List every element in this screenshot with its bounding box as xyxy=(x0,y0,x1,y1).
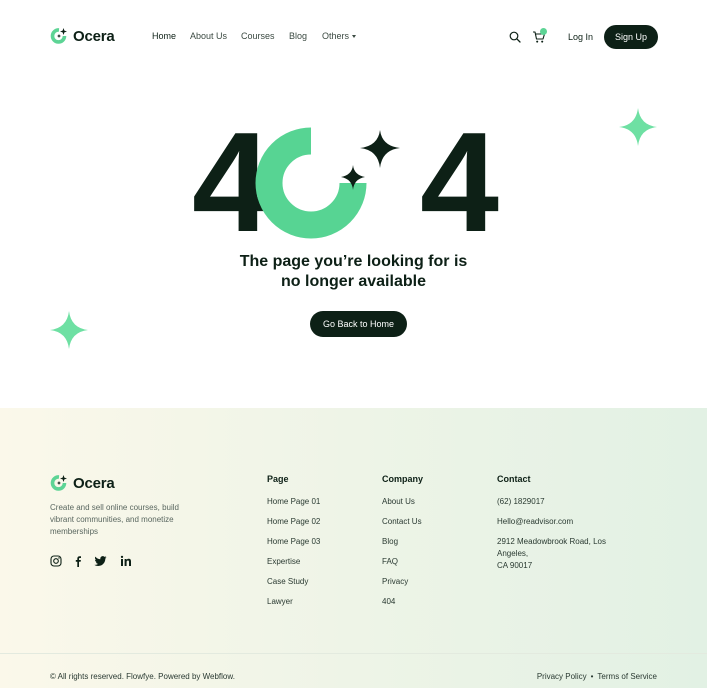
brand-name: Ocera xyxy=(73,27,115,45)
footer-column-company: Company About Us Contact Us Blog FAQ Pri… xyxy=(382,474,423,616)
error-code-404: 4 4 xyxy=(192,120,499,240)
legal-separator: • xyxy=(590,672,594,681)
site-footer: Ocera Create and sell online courses, bu… xyxy=(0,408,707,688)
sparkle-icon xyxy=(50,311,88,349)
copyright-text: © All rights reserved. Flowfye. Powered … xyxy=(50,672,235,681)
footer-link-home-page-02[interactable]: Home Page 02 xyxy=(267,516,320,528)
footer-logo[interactable]: Ocera xyxy=(50,474,115,492)
cart-badge xyxy=(540,28,547,35)
signup-button[interactable]: Sign Up xyxy=(604,25,658,49)
footer-link-faq[interactable]: FAQ xyxy=(382,556,423,568)
logo-mark-icon xyxy=(50,28,67,44)
search-icon[interactable] xyxy=(509,31,521,43)
footer-description: Create and sell online courses, build vi… xyxy=(50,503,179,536)
brand-logo[interactable]: Ocera xyxy=(50,27,115,45)
footer-column-contact: Contact (62) 1829017 Hello@readvisor.com… xyxy=(497,474,606,572)
headline-line-1: The page you’re looking for is xyxy=(239,253,468,270)
address-line-1: 2912 Meadowbrook Road, Los xyxy=(497,537,606,546)
address-line-2: Angeles, xyxy=(497,549,529,558)
contact-email[interactable]: Hello@readvisor.com xyxy=(497,516,606,528)
footer-link-about-us[interactable]: About Us xyxy=(382,496,423,508)
footer-column-title: Company xyxy=(382,474,424,484)
terms-of-service-link[interactable]: Terms of Service xyxy=(597,672,657,681)
footer-link-privacy[interactable]: Privacy xyxy=(382,576,423,588)
linkedin-icon[interactable] xyxy=(120,555,132,567)
nav-item-about-us[interactable]: About Us xyxy=(190,31,227,41)
footer-brand-name: Ocera xyxy=(73,474,115,492)
footer-link-case-study[interactable]: Case Study xyxy=(267,576,320,588)
sparkle-icon xyxy=(619,108,657,146)
instagram-icon[interactable] xyxy=(50,555,62,567)
nav-item-others-label: Others xyxy=(322,31,350,41)
go-back-home-button[interactable]: Go Back to Home xyxy=(310,311,407,337)
footer-column-title: Page xyxy=(267,474,289,484)
footer-column-page: Page Home Page 01 Home Page 02 Home Page… xyxy=(267,474,320,616)
contact-address: 2912 Meadowbrook Road, Los Angeles, CA 9… xyxy=(497,536,606,572)
contact-phone: (62) 1829017 xyxy=(497,497,545,506)
nav-item-blog[interactable]: Blog xyxy=(289,31,307,41)
privacy-policy-link[interactable]: Privacy Policy xyxy=(537,672,587,681)
headline-line-2: no longer available xyxy=(281,273,426,290)
footer-link-contact-us[interactable]: Contact Us xyxy=(382,516,423,528)
nav-item-others[interactable]: Others xyxy=(322,31,357,41)
address-line-3: CA 90017 xyxy=(497,561,533,570)
footer-column-title: Contact xyxy=(497,474,531,484)
footer-link-home-page-01[interactable]: Home Page 01 xyxy=(267,496,320,508)
error-code-digit-right: 4 xyxy=(420,120,499,240)
chevron-down-icon xyxy=(352,34,357,38)
footer-link-expertise[interactable]: Expertise xyxy=(267,556,320,568)
footer-link-blog[interactable]: Blog xyxy=(382,536,423,548)
error-code-zero-ring-icon xyxy=(255,127,367,239)
facebook-icon[interactable] xyxy=(72,555,84,567)
legal-links: Privacy Policy • Terms of Service xyxy=(537,672,657,681)
twitter-icon[interactable] xyxy=(94,555,107,567)
footer-divider xyxy=(0,653,707,654)
error-headline: The page you’re looking for is no longer… xyxy=(0,252,707,292)
footer-link-404[interactable]: 404 xyxy=(382,596,423,608)
nav-item-courses[interactable]: Courses xyxy=(241,31,275,41)
login-link[interactable]: Log In xyxy=(568,32,593,42)
site-header: Ocera Home About Us Courses Blog Others … xyxy=(0,0,707,74)
nav-item-home[interactable]: Home xyxy=(152,31,176,41)
logo-mark-icon xyxy=(50,475,67,491)
footer-link-home-page-03[interactable]: Home Page 03 xyxy=(267,536,320,548)
large-star-icon xyxy=(360,130,400,168)
footer-link-lawyer[interactable]: Lawyer xyxy=(267,596,320,608)
